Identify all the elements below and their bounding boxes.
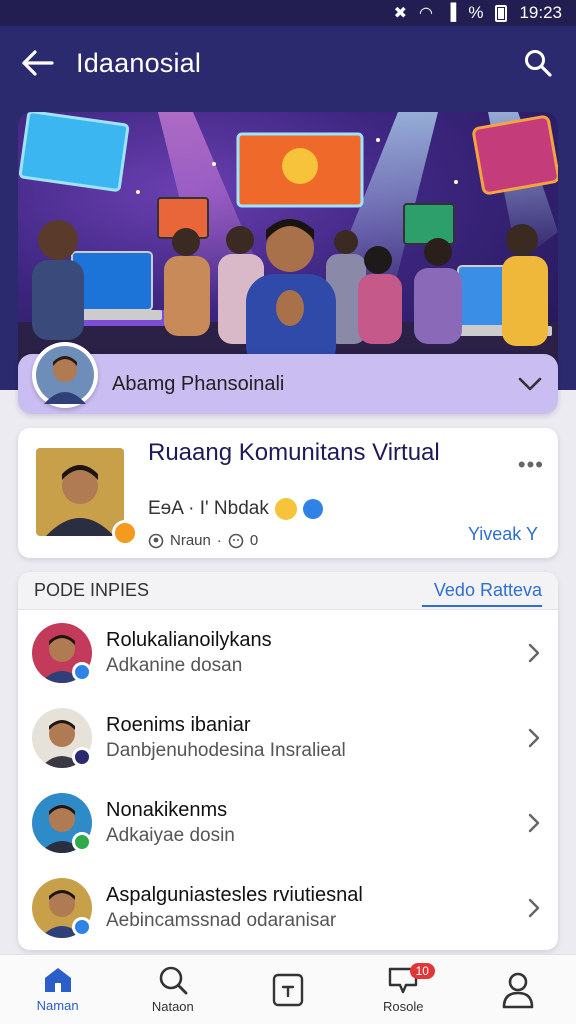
reaction-icon bbox=[228, 533, 244, 548]
nav-label: Naman bbox=[36, 998, 79, 1013]
view-group-link[interactable]: Yiveak Y bbox=[468, 524, 538, 545]
section-link[interactable]: Vedo Ratteva bbox=[421, 574, 542, 607]
view-label: Yiveak bbox=[467, 524, 522, 544]
search-icon bbox=[159, 966, 188, 995]
chevron-right-icon bbox=[528, 898, 540, 917]
chevron-right-icon bbox=[528, 728, 540, 747]
nav-label: Rosole bbox=[382, 999, 424, 1014]
member-list-card: PODE INPIES Vedo Ratteva Rolukalianoilyk… bbox=[18, 572, 558, 950]
nav-profile[interactable] bbox=[461, 955, 576, 1024]
members-icon bbox=[148, 533, 164, 548]
add-post-icon bbox=[272, 973, 304, 1006]
stats-label: Nraun bbox=[170, 532, 211, 549]
avatar[interactable] bbox=[32, 342, 98, 408]
list-item-subtitle: Adkanine dosan bbox=[106, 654, 243, 676]
battery-icon bbox=[495, 4, 508, 22]
community-card[interactable]: Ruaang Komunitans Virtual EɘA · I' Nbdak… bbox=[18, 428, 558, 558]
smile-emoji-icon bbox=[274, 498, 297, 520]
list-item[interactable]: Nonakikenms Adkaiyae dosin bbox=[18, 780, 558, 865]
battery-percent: % bbox=[468, 3, 484, 22]
status-dot bbox=[72, 832, 92, 852]
list-item-title: Aspalguniastesles rviutiesnal bbox=[106, 883, 363, 906]
profile-name: Abamg Phansoinali bbox=[112, 372, 285, 395]
nav-add-post[interactable] bbox=[230, 955, 345, 1024]
group-meta-text: EɘA · I' Nbdak bbox=[148, 498, 269, 519]
clock: 19:23 bbox=[519, 3, 562, 22]
list-item[interactable]: Roenims ibaniar Danbjenuhodesina Insrali… bbox=[18, 695, 558, 780]
nav-label: Nataon bbox=[151, 999, 194, 1014]
list-item-subtitle: Adkaiyae dosin bbox=[106, 824, 235, 846]
profile-icon bbox=[503, 972, 534, 1008]
mute-icon: ✖ bbox=[393, 5, 408, 22]
list-item-title: Rolukalianoilykans bbox=[106, 628, 272, 651]
section-title: PODE INPIES bbox=[34, 580, 150, 600]
group-meta: EɘA · I' Nbdak bbox=[148, 498, 323, 520]
status-dot bbox=[72, 747, 92, 767]
group-title: Ruaang Komunitans Virtual bbox=[148, 439, 440, 466]
chevron-right-icon bbox=[528, 643, 540, 662]
chevron-right-icon bbox=[528, 813, 540, 832]
list-item-subtitle: Danbjenuhodesina Insralieal bbox=[106, 739, 346, 761]
group-badge-icon bbox=[112, 520, 138, 546]
back-button[interactable] bbox=[0, 26, 76, 100]
nav-notifications[interactable]: 10 Rosole bbox=[346, 955, 461, 1024]
status-dot bbox=[72, 917, 92, 937]
list-item-title: Nonakikenms bbox=[106, 798, 228, 821]
group-avatar bbox=[36, 448, 124, 536]
community-banner-image bbox=[18, 112, 558, 374]
list-item[interactable]: Aspalguniastesles rviutiesnal Aebincamss… bbox=[18, 865, 558, 950]
status-bar: ✖ ◠ ▐ % 19:23 bbox=[0, 0, 576, 26]
list-item-title: Roenims ibaniar bbox=[106, 713, 251, 736]
list-item[interactable]: Rolukalianoilykans Adkanine dosan bbox=[18, 610, 558, 695]
home-icon bbox=[44, 968, 71, 992]
list-item-subtitle: Aebincamssnad odaranisar bbox=[106, 909, 337, 931]
nav-search[interactable]: Nataon bbox=[115, 955, 230, 1024]
notification-badge: 10 bbox=[409, 963, 435, 979]
group-stats: Nraun · 0 bbox=[148, 532, 258, 549]
stats-count: 0 bbox=[249, 532, 259, 549]
chevron-down-icon[interactable] bbox=[502, 354, 558, 414]
verified-icon bbox=[302, 499, 323, 519]
bottom-navigation: Naman Nataon 10 Rosole bbox=[0, 954, 576, 1024]
page-title: Idaanosial bbox=[76, 47, 202, 78]
search-icon bbox=[525, 50, 552, 77]
stats-separator: · bbox=[216, 532, 222, 549]
status-dot bbox=[72, 662, 92, 682]
avatar-photo bbox=[36, 346, 94, 404]
more-options-button[interactable]: ••• bbox=[518, 452, 544, 478]
back-arrow-icon bbox=[22, 50, 54, 76]
profile-selector[interactable]: Abamg Phansoinali bbox=[18, 342, 558, 414]
view-suffix: Y bbox=[525, 524, 538, 544]
nav-home[interactable]: Naman bbox=[0, 955, 115, 1024]
list-header: PODE INPIES Vedo Ratteva bbox=[18, 572, 558, 610]
app-bar: Idaanosial bbox=[0, 26, 576, 100]
wifi-icon: ◠ bbox=[419, 5, 433, 22]
search-button[interactable] bbox=[500, 26, 576, 100]
signal-icon: ▐ bbox=[444, 4, 457, 21]
